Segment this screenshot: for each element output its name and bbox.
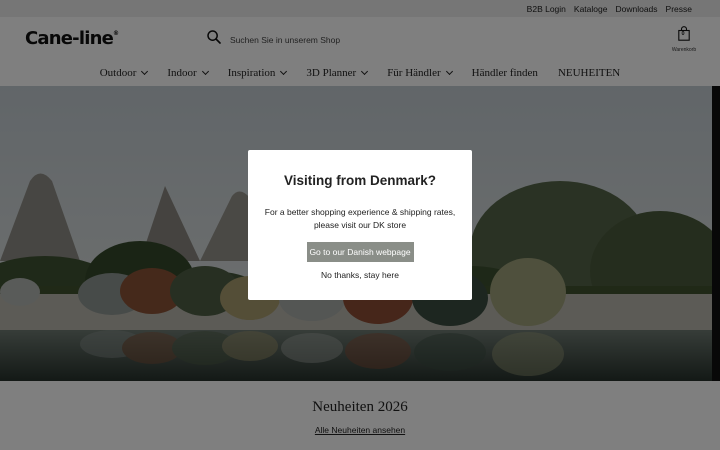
go-to-danish-site-button[interactable]: Go to our Danish webpage: [306, 242, 414, 262]
modal-title: Visiting from Denmark?: [283, 173, 437, 188]
country-redirect-modal: Visiting from Denmark? For a better shop…: [248, 150, 472, 300]
modal-message: For a better shopping experience & shipp…: [264, 207, 456, 230]
stay-here-button[interactable]: No thanks, stay here: [321, 270, 399, 280]
